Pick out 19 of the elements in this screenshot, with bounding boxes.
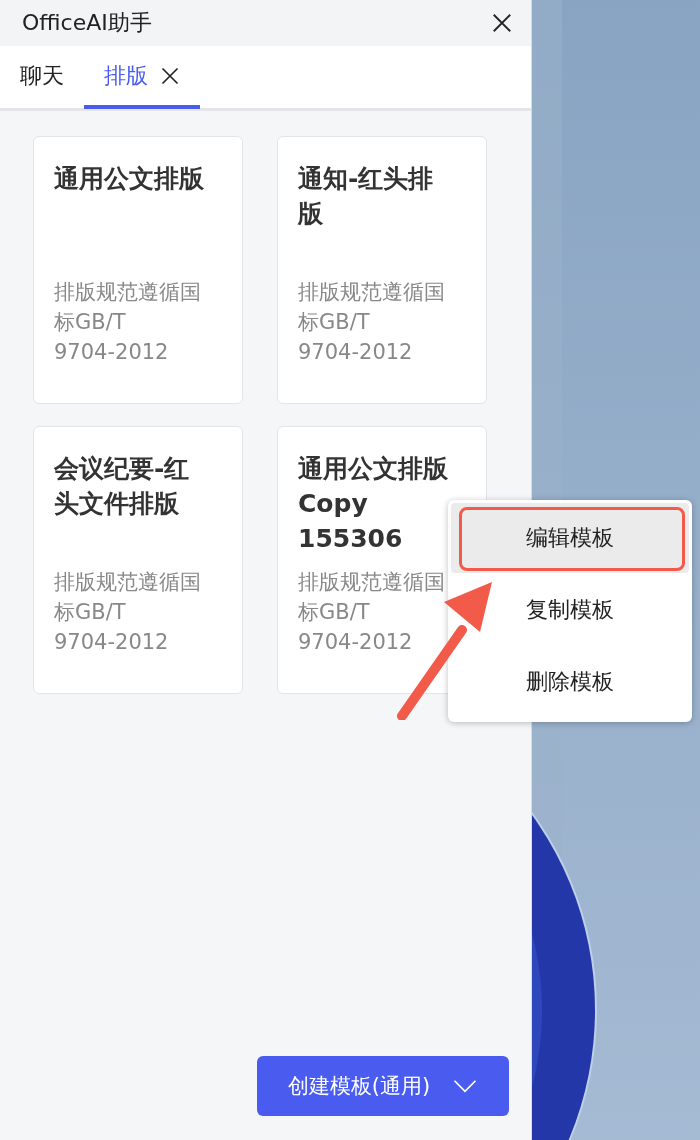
card-title: 通知-红头排版 [298, 163, 435, 230]
template-card[interactable]: 通用公文排版 排版规范遵循国标GB/T 9704-2012 [33, 136, 243, 404]
card-description: 排版规范遵循国标GB/T 9704-2012 [54, 279, 202, 366]
close-icon[interactable] [160, 65, 180, 86]
card-description: 排版规范遵循国标GB/T 9704-2012 [54, 569, 202, 656]
tab[interactable]: 排版 [84, 46, 200, 109]
close-icon[interactable] [491, 12, 513, 34]
create-template-button[interactable]: 创建模板(通用) [257, 1056, 509, 1116]
card-title: 通用公文排版Copy 155306 [298, 453, 449, 555]
card-title: 通用公文排版 [54, 163, 205, 195]
template-card[interactable]: 通知-红头排版 排版规范遵循国标GB/T 9704-2012 [277, 136, 487, 404]
chevron-down-icon [452, 1079, 479, 1093]
template-card[interactable]: 会议纪要-红头文件排版 排版规范遵循国标GB/T 9704-2012 [33, 426, 243, 694]
card-description: 排版规范遵循国标GB/T 9704-2012 [298, 279, 446, 366]
tab[interactable]: 聊天 [0, 46, 84, 109]
card-description: 排版规范遵循国标GB/T 9704-2012 [298, 569, 446, 656]
menu-item[interactable]: 编辑模板 [451, 503, 689, 573]
card-title: 会议纪要-红头文件排版 [54, 453, 191, 520]
window-title: OfficeAI助手 [22, 9, 152, 37]
